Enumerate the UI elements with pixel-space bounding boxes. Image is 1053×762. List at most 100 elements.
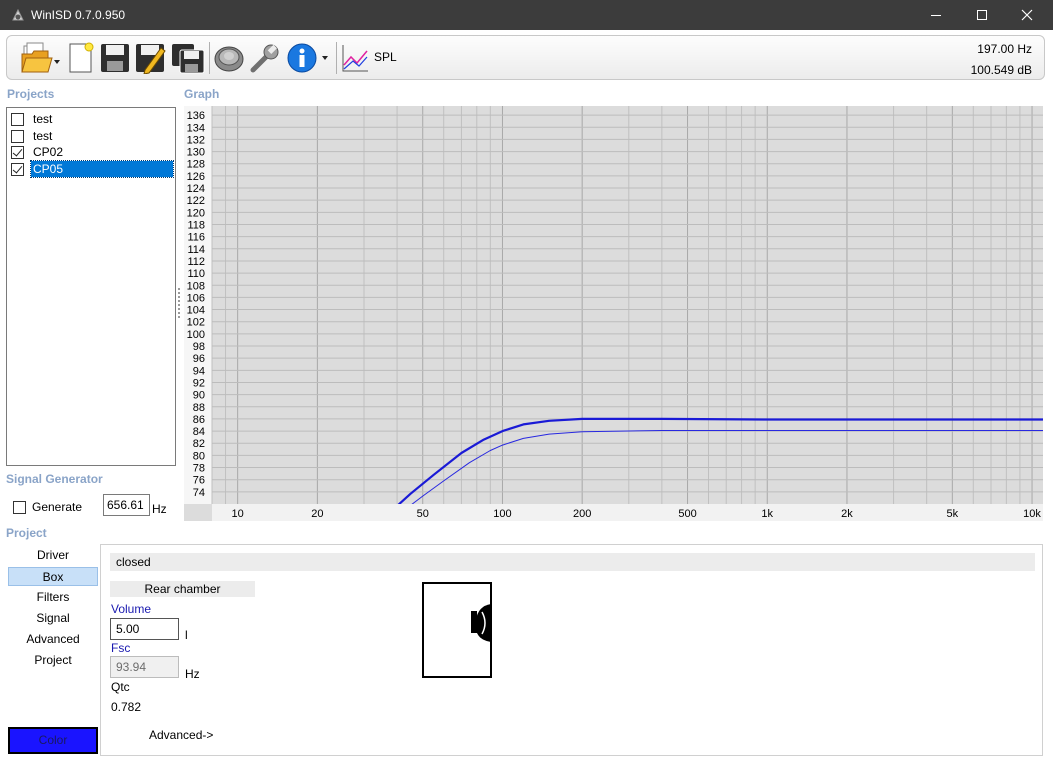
- fsc-label: Fsc: [111, 641, 131, 655]
- box-panel: closed Rear chamber Volume l Fsc Hz Qtc …: [100, 544, 1043, 756]
- x-tick-label: 100: [493, 508, 511, 520]
- minimize-icon: [931, 15, 941, 16]
- generate-label: Generate: [32, 500, 83, 514]
- nav-advanced[interactable]: Advanced: [8, 630, 98, 649]
- y-tick-label: 84: [193, 426, 205, 438]
- splitter-grip[interactable]: [178, 288, 180, 318]
- x-tick-label: 50: [417, 508, 429, 520]
- chart-background: [184, 106, 1043, 521]
- project-header: Project: [6, 526, 47, 540]
- open-button[interactable]: [15, 40, 65, 76]
- generate-checkbox[interactable]: [13, 500, 26, 514]
- y-tick-label: 106: [187, 292, 205, 304]
- box-type-selector[interactable]: closed: [110, 553, 1035, 571]
- fsc-input: [110, 656, 179, 678]
- project-label: test: [33, 112, 53, 126]
- maximize-button[interactable]: [959, 0, 1005, 30]
- y-tick-label: 110: [187, 268, 205, 280]
- save-button[interactable]: [99, 40, 131, 76]
- graph-type-label: SPL: [374, 50, 397, 64]
- y-tick-label: 80: [193, 450, 205, 462]
- window-title: WinISD 0.7.0.950: [31, 8, 126, 22]
- project-item[interactable]: CP02: [11, 144, 173, 160]
- project-item[interactable]: CP05: [11, 160, 174, 178]
- project-checkbox[interactable]: [11, 129, 24, 143]
- signal-generator-header: Signal Generator: [6, 472, 103, 486]
- y-tick-label: 96: [193, 353, 205, 365]
- y-tick-label: 102: [187, 317, 205, 329]
- minimize-button[interactable]: [913, 0, 959, 30]
- generator-frequency-input[interactable]: [103, 494, 150, 516]
- project-checkbox[interactable]: [11, 112, 24, 126]
- qtc-label: Qtc: [111, 680, 130, 694]
- graph-icon: [342, 45, 368, 72]
- x-tick-label: 200: [573, 508, 591, 520]
- maximize-icon: [977, 10, 987, 20]
- y-tick-label: 78: [193, 463, 205, 475]
- y-tick-label: 98: [193, 341, 205, 353]
- y-tick-label: 120: [187, 207, 205, 219]
- y-tick-label: 132: [187, 134, 205, 146]
- y-tick-label: 74: [193, 487, 205, 499]
- closed-box-driver-icon: [422, 582, 492, 678]
- nav-box[interactable]: Box: [8, 567, 98, 586]
- volume-input[interactable]: [110, 618, 179, 640]
- cursor-level-readout: 100.549 dB: [970, 63, 1032, 77]
- nav-signal[interactable]: Signal: [8, 609, 98, 628]
- save-as-button[interactable]: [134, 40, 168, 76]
- close-icon: [1021, 9, 1033, 21]
- title-bar: WinISD 0.7.0.950: [0, 0, 1053, 30]
- y-tick-label: 100: [187, 329, 205, 341]
- info-icon: [287, 43, 328, 73]
- save-all-button[interactable]: [170, 40, 206, 76]
- nav-project[interactable]: Project: [8, 651, 98, 670]
- driver-editor-button[interactable]: [212, 40, 246, 76]
- spl-chart: 7476788082848688909294969810010210410610…: [184, 106, 1043, 521]
- y-tick-label: 126: [187, 171, 205, 183]
- generator-frequency-unit: Hz: [152, 502, 167, 516]
- speaker-icon: [214, 46, 244, 72]
- volume-unit: l: [185, 628, 188, 642]
- y-tick-label: 128: [187, 159, 205, 171]
- graph-type-button[interactable]: [340, 40, 370, 76]
- x-axis-strip: [212, 504, 1043, 521]
- qtc-value: 0.782: [111, 700, 142, 714]
- graph-header: Graph: [184, 87, 220, 101]
- y-tick-label: 134: [187, 122, 205, 134]
- color-button[interactable]: Color: [8, 727, 98, 754]
- y-tick-label: 114: [187, 244, 205, 256]
- x-tick-label: 10: [232, 508, 244, 520]
- y-tick-label: 122: [187, 195, 205, 207]
- info-button[interactable]: [284, 40, 332, 76]
- advanced-link[interactable]: Advanced->: [149, 728, 213, 742]
- folder-open-icon: [21, 42, 60, 73]
- floppy-disk-icon: [101, 44, 129, 72]
- project-label: test: [33, 129, 53, 143]
- generate-toggle[interactable]: Generate: [13, 499, 84, 515]
- y-tick-label: 94: [193, 365, 205, 377]
- spl-graph[interactable]: 74 76 78 80 82 84 86 88 90 92 94 96 98 100 102 104 106 10…: [184, 106, 1043, 521]
- rear-chamber-header: Rear chamber: [110, 581, 255, 597]
- y-tick-label: 82: [193, 438, 205, 450]
- project-checkbox[interactable]: [11, 162, 24, 176]
- project-item[interactable]: test: [11, 111, 173, 127]
- y-tick-label: 90: [193, 390, 205, 402]
- app-icon: [12, 8, 24, 21]
- new-button[interactable]: [66, 40, 96, 76]
- y-tick-label: 136: [187, 110, 205, 122]
- settings-button[interactable]: [248, 40, 282, 76]
- nav-driver[interactable]: Driver: [8, 546, 98, 565]
- x-tick-label: 1k: [761, 508, 773, 520]
- toolbar: SPL 197.00 Hz 100.549 dB: [6, 35, 1045, 80]
- close-button[interactable]: [1004, 0, 1050, 30]
- nav-filters[interactable]: Filters: [8, 588, 98, 607]
- floppy-multiple-icon: [172, 44, 205, 74]
- projects-header: Projects: [7, 87, 55, 101]
- floppy-pencil-icon: [136, 44, 166, 74]
- volume-label: Volume: [111, 602, 152, 616]
- y-tick-label: 88: [193, 402, 205, 414]
- y-tick-label: 124: [187, 183, 205, 195]
- project-checkbox[interactable]: [11, 145, 24, 159]
- project-item[interactable]: test: [11, 128, 173, 144]
- y-tick-label: 92: [193, 377, 205, 389]
